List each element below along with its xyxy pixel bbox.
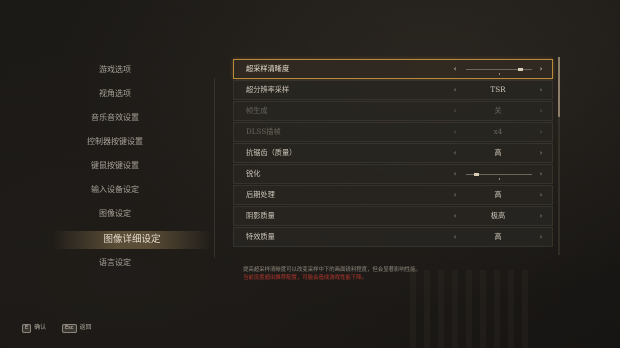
setting-row-sharpening[interactable]: 锐化 ‹ › (233, 164, 553, 184)
confirm-hint[interactable]: E 确认 (22, 322, 46, 334)
setting-label: 阴影质量 (246, 211, 275, 220)
arrow-left-icon[interactable]: ‹ (450, 207, 460, 225)
setting-row-effects-quality[interactable]: 特效质量 ‹ 高 › (233, 227, 553, 247)
setting-value: 高 (494, 148, 502, 157)
setting-label: 超分辨率采样 (246, 85, 290, 94)
arrow-right-icon[interactable]: › (536, 60, 546, 78)
setting-row-supersampling-sharpness[interactable]: 超采样清晰度 ‹ › (233, 59, 553, 79)
sidebar-item-audio-settings[interactable]: 音乐音效设置 (40, 110, 190, 126)
description-text: 提高超采样清晰度可以改变采样中下的画面锐利程度，但会显著影响性能。 (243, 267, 421, 273)
arrow-left-icon[interactable]: ‹ (450, 165, 460, 183)
setting-row-frame-generation: 帧生成 ‹ 关 › (233, 101, 553, 121)
setting-value: 关 (494, 106, 502, 115)
slider-default-tick (499, 73, 500, 75)
setting-value: 极高 (490, 211, 506, 220)
setting-row-dlss-frame-gen: DLSS插帧 ‹ x4 › (233, 122, 553, 142)
scrollbar-thumb[interactable] (558, 57, 560, 117)
back-hint[interactable]: Esc 返回 (62, 322, 92, 334)
sidebar-item-graphics[interactable]: 图像设定 (40, 206, 190, 222)
arrow-left-icon[interactable]: ‹ (450, 60, 460, 78)
setting-row-shadow-quality[interactable]: 阴影质量 ‹ 极高 › (233, 206, 553, 226)
performance-warning: 当前设置超出推荐配置，可能会造成游戏性能下降。 (243, 275, 367, 281)
setting-label: 帧生成 (246, 106, 268, 115)
sidebar-divider (214, 78, 215, 258)
arrow-right-icon: › (539, 107, 543, 115)
arrow-right-icon[interactable]: › (536, 186, 546, 204)
sharpness-slider[interactable] (466, 68, 532, 75)
setting-label: 超采样清晰度 (246, 64, 290, 73)
sidebar-item-input-device[interactable]: 输入设备设定 (40, 182, 190, 198)
arrow-right-icon[interactable]: › (536, 165, 546, 183)
arrow-right-icon[interactable]: › (536, 228, 546, 246)
setting-value: TSR (490, 85, 506, 94)
sharpening-slider[interactable] (466, 173, 532, 180)
arrow-left-icon[interactable]: ‹ (450, 144, 460, 162)
setting-row-post-processing[interactable]: 后期处理 ‹ 高 › (233, 185, 553, 205)
sidebar-item-game-options[interactable]: 游戏选项 (40, 62, 190, 78)
sidebar-item-keyboard-bindings[interactable]: 键鼠按键设置 (40, 158, 190, 174)
back-label: 返回 (79, 324, 92, 331)
arrow-left-icon[interactable]: ‹ (450, 81, 460, 99)
setting-label: DLSS插帧 (246, 127, 281, 136)
arrow-left-icon: ‹ (453, 128, 457, 136)
settings-sidebar: 游戏选项 视角选项 音乐音效设置 控制器按键设置 键鼠按键设置 输入设备设定 图… (0, 0, 215, 348)
arrow-right-icon: › (539, 128, 543, 136)
setting-row-anti-aliasing[interactable]: 抗锯齿（质量） ‹ 高 › (233, 143, 553, 163)
sidebar-item-language[interactable]: 语言设定 (40, 255, 190, 271)
arrow-left-icon: ‹ (453, 107, 457, 115)
arrow-right-icon[interactable]: › (536, 207, 546, 225)
setting-value: 高 (494, 190, 502, 199)
slider-knob[interactable] (518, 68, 523, 71)
setting-label: 后期处理 (246, 190, 275, 199)
setting-label: 锐化 (246, 169, 261, 178)
settings-scrollbar[interactable] (558, 57, 560, 255)
setting-label: 特效质量 (246, 232, 275, 241)
sidebar-item-camera-options[interactable]: 视角选项 (40, 86, 190, 102)
confirm-key-icon: E (22, 323, 32, 333)
arrow-left-icon[interactable]: ‹ (450, 186, 460, 204)
graphics-detail-panel: 超采样清晰度 ‹ › 超分辨率采样 ‹ TSR › 帧生成 ‹ 关 › DLSS… (233, 57, 553, 247)
sidebar-item-graphics-detail[interactable]: 图像详细设定 (52, 231, 212, 249)
arrow-left-icon[interactable]: ‹ (450, 228, 460, 246)
setting-row-super-resolution[interactable]: 超分辨率采样 ‹ TSR › (233, 80, 553, 100)
setting-value: x4 (493, 127, 503, 136)
arrow-right-icon[interactable]: › (536, 81, 546, 99)
slider-knob[interactable] (474, 173, 479, 176)
confirm-label: 确认 (34, 324, 47, 331)
setting-value: 高 (494, 232, 502, 241)
sidebar-item-controller-bindings[interactable]: 控制器按键设置 (40, 134, 190, 150)
slider-default-tick (499, 178, 500, 180)
back-key-icon: Esc (62, 323, 77, 333)
arrow-right-icon[interactable]: › (536, 144, 546, 162)
setting-description: 提高超采样清晰度可以改变采样中下的画面锐利程度，但会显著影响性能。 当前设置超出… (243, 266, 573, 282)
setting-label: 抗锯齿（质量） (246, 148, 297, 157)
